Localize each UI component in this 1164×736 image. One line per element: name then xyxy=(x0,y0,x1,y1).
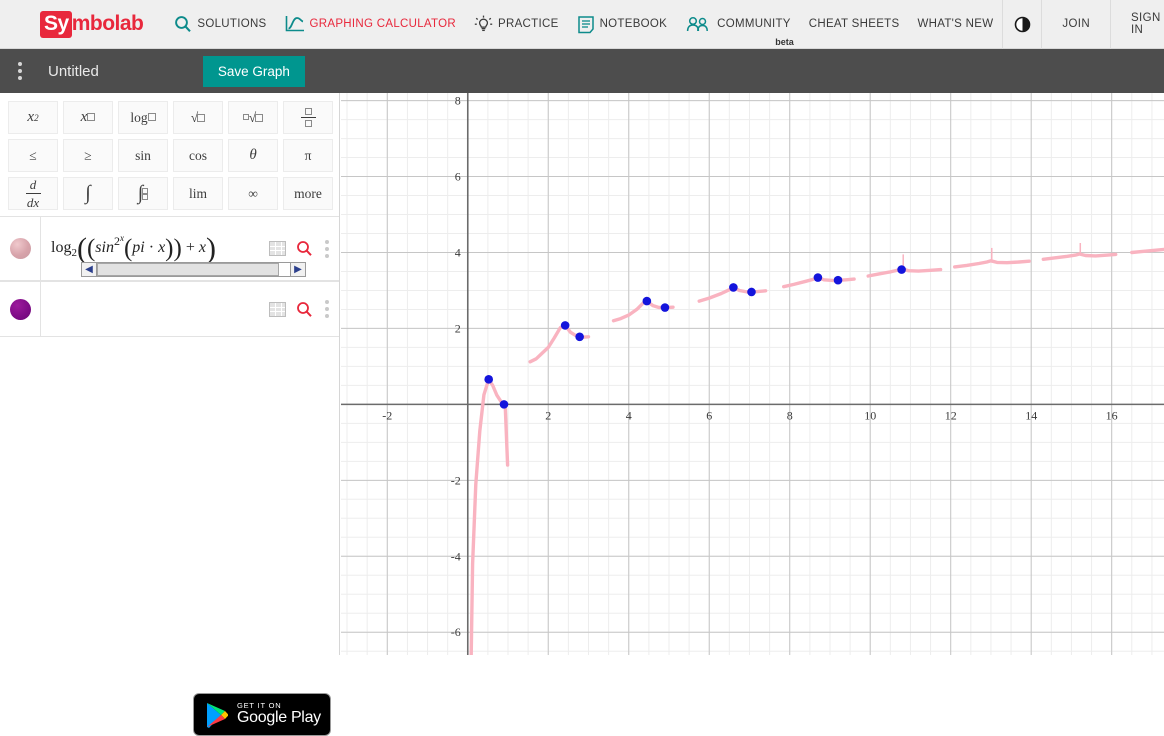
key-nth-root[interactable]: √ xyxy=(228,101,278,134)
kebab-menu-icon[interactable] xyxy=(6,62,34,80)
key-derivative[interactable]: d dx xyxy=(8,177,58,210)
symbolab-logo[interactable]: Sy mbolab xyxy=(40,10,144,38)
nav-item-whats-new[interactable]: WHAT'S NEW xyxy=(908,0,1002,49)
table-icon[interactable] xyxy=(269,241,286,256)
google-play-triangle-icon xyxy=(207,702,228,728)
graph-toolbar: Untitled Save Graph xyxy=(0,49,1164,93)
key-integral[interactable]: ∫ xyxy=(63,177,113,210)
svg-text:-4: -4 xyxy=(451,549,461,563)
google-play-badge[interactable]: GET IT ON Google Play xyxy=(193,693,331,736)
lightbulb-icon xyxy=(474,15,493,31)
nav-label-community: COMMUNITY xyxy=(717,18,791,30)
community-beta-badge: beta xyxy=(775,36,794,47)
expression-input[interactable] xyxy=(41,282,269,336)
key-fraction[interactable] xyxy=(283,101,333,134)
svg-text:8: 8 xyxy=(455,94,461,108)
expression-color-swatch[interactable] xyxy=(9,238,31,259)
key-sin[interactable]: sin xyxy=(118,139,168,172)
key-cos[interactable]: cos xyxy=(173,139,223,172)
key-greater-equal[interactable]: ≥ xyxy=(63,139,113,172)
scroll-right-arrow-icon[interactable]: ▶ xyxy=(290,262,306,277)
expression-horizontal-scrollbar[interactable]: ◀ ▶ xyxy=(81,262,306,277)
left-panel: x2 x log √ √ ≤ ≥ sin cos θ π d dx ∫ ∫ lim… xyxy=(0,93,340,736)
nav-item-cheat-sheets[interactable]: CHEAT SHEETS xyxy=(800,0,909,49)
contrast-toggle-button[interactable] xyxy=(1003,0,1041,49)
svg-text:10: 10 xyxy=(864,408,876,422)
scroll-left-arrow-icon[interactable]: ◀ xyxy=(81,262,97,277)
key-log-base[interactable]: log xyxy=(118,101,168,134)
svg-text:6: 6 xyxy=(455,170,461,184)
key-limit[interactable]: lim xyxy=(173,177,223,210)
google-play-wordmark: Google Play xyxy=(237,709,321,727)
svg-text:-2: -2 xyxy=(451,473,461,487)
key-x-squared[interactable]: x2 xyxy=(8,101,58,134)
key-less-equal[interactable]: ≤ xyxy=(8,139,58,172)
key-x-power[interactable]: x xyxy=(63,101,113,134)
logo-wordmark: mbolab xyxy=(71,12,144,35)
nav-item-graphing-calculator[interactable]: GRAPHING CALCULATOR xyxy=(276,0,466,49)
community-people-icon xyxy=(686,16,709,31)
expression-row-actions xyxy=(269,282,339,336)
expression-input[interactable]: log2((sin2x(pi · x)) + x) ◀ ▶ xyxy=(41,217,306,280)
svg-text:8: 8 xyxy=(787,408,793,422)
table-icon[interactable] xyxy=(269,301,286,317)
nav-item-notebook[interactable]: NOTEBOOK xyxy=(568,0,677,49)
nav-label-graphing-calculator: GRAPHING CALCULATOR xyxy=(309,18,457,30)
google-play-text: GET IT ON Google Play xyxy=(237,702,321,727)
math-keypad: x2 x log √ √ ≤ ≥ sin cos θ π d dx ∫ ∫ lim… xyxy=(0,93,339,216)
nav-label-solutions: SOLUTIONS xyxy=(197,18,267,30)
svg-text:14: 14 xyxy=(1025,408,1037,422)
expression-kebab-menu-icon[interactable] xyxy=(323,300,331,318)
expression-kebab-menu-icon[interactable] xyxy=(323,239,331,258)
expression-row: log2((sin2x(pi · x)) + x) ◀ ▶ xyxy=(0,216,339,281)
nav-item-solutions[interactable]: SOLUTIONS xyxy=(165,0,275,49)
contrast-toggle-icon xyxy=(1014,16,1031,32)
graph-plot: -2 2 4 6 8 10 12 14 16 8 6 4 2 -2 -4 -6 xyxy=(341,93,1164,655)
svg-text:16: 16 xyxy=(1106,408,1118,422)
scrollbar-track[interactable] xyxy=(97,262,290,277)
top-navigation-bar: Sy mbolab SOLUTIONS GRAPHING CALCULATOR P… xyxy=(0,0,1164,49)
magnifier-icon[interactable] xyxy=(296,301,313,318)
logo-sy-mark: Sy xyxy=(40,10,72,38)
graph-title-field[interactable]: Untitled xyxy=(48,63,99,80)
key-square-root[interactable]: √ xyxy=(173,101,223,134)
svg-text:-2: -2 xyxy=(382,408,392,422)
nav-label-practice: PRACTICE xyxy=(498,18,559,30)
key-pi[interactable]: π xyxy=(283,139,333,172)
expression-color-swatch[interactable] xyxy=(9,298,31,320)
expression-row xyxy=(0,281,339,337)
graph-line-icon xyxy=(285,16,304,32)
search-icon xyxy=(175,16,192,33)
svg-text:12: 12 xyxy=(945,408,957,422)
nav-label-notebook: NOTEBOOK xyxy=(599,18,668,30)
nav-label-whats-new: WHAT'S NEW xyxy=(917,18,994,30)
notebook-icon xyxy=(577,15,594,33)
expression-color-cell xyxy=(0,282,41,336)
key-theta[interactable]: θ xyxy=(228,139,278,172)
google-play-get-it-on: GET IT ON xyxy=(237,701,282,711)
nav-item-practice[interactable]: PRACTICE xyxy=(465,0,568,49)
nav-item-community[interactable]: COMMUNITY beta xyxy=(676,0,800,49)
svg-text:2: 2 xyxy=(455,321,461,335)
join-button[interactable]: JOIN xyxy=(1042,0,1110,49)
save-graph-button[interactable]: Save Graph xyxy=(202,55,305,87)
svg-text:6: 6 xyxy=(706,408,712,422)
nav-right-group: JOIN SIGN IN xyxy=(1002,0,1164,49)
sign-in-button[interactable]: SIGN IN xyxy=(1111,0,1164,49)
svg-text:4: 4 xyxy=(455,245,461,259)
expression-math-1: log2((sin2x(pi · x)) + x) xyxy=(51,231,216,265)
magnifier-icon[interactable] xyxy=(296,240,313,257)
svg-text:-6: -6 xyxy=(451,625,461,639)
svg-text:4: 4 xyxy=(626,408,632,422)
svg-text:2: 2 xyxy=(545,408,551,422)
key-definite-integral[interactable]: ∫ xyxy=(118,177,168,210)
nav-label-cheat-sheets: CHEAT SHEETS xyxy=(808,18,900,30)
graph-canvas[interactable]: -2 2 4 6 8 10 12 14 16 8 6 4 2 -2 -4 -6 xyxy=(341,93,1164,655)
key-more[interactable]: more xyxy=(283,177,333,210)
expression-color-cell xyxy=(0,217,41,280)
key-infinity[interactable]: ∞ xyxy=(228,177,278,210)
scrollbar-thumb[interactable] xyxy=(97,263,279,276)
